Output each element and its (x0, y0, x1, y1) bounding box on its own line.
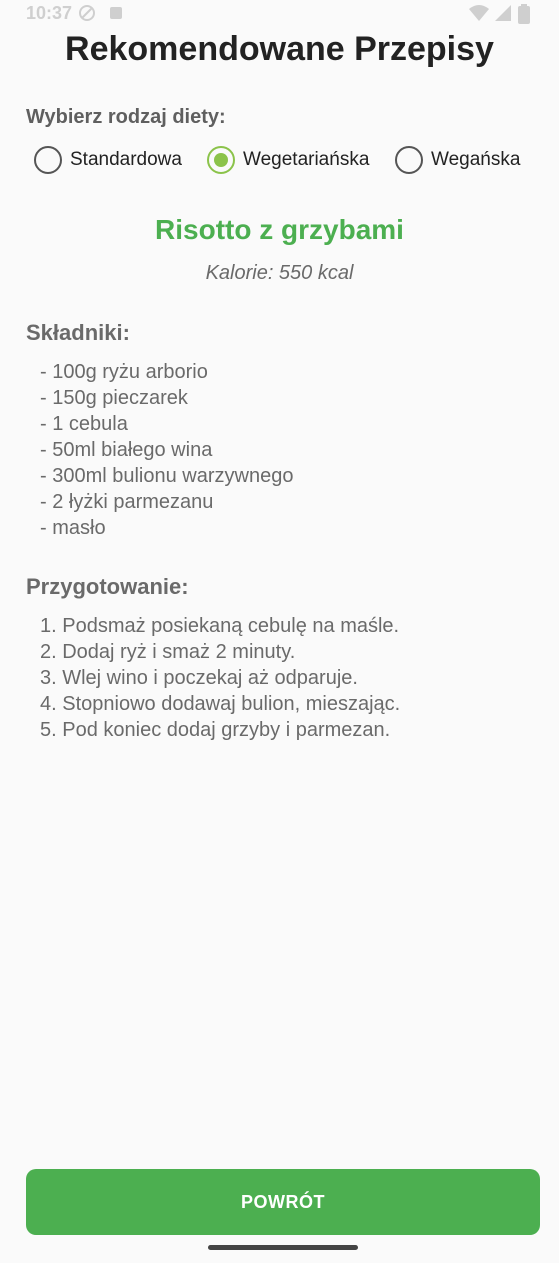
radio-button[interactable] (395, 146, 423, 174)
preparation-step: 3. Wlej wino i poczekaj aż odparuje. (40, 667, 358, 689)
wifi-icon (468, 4, 490, 27)
preparation-step: 2. Dodaj ryż i smaż 2 minuty. (40, 641, 296, 663)
status-time: 10:37 (26, 3, 73, 23)
diet-selector-label: Wybierz rodzaj diety: (26, 106, 226, 128)
page-title: Rekomendowane Przepisy (65, 30, 494, 68)
recipe-name: Risotto z grzybami (155, 214, 404, 245)
notification-icon (108, 4, 124, 27)
ingredient-item: - 100g ryżu arborio (40, 361, 208, 383)
ingredients-heading: Składniki: (26, 320, 130, 345)
diet-option-label: Standardowa (70, 149, 182, 170)
back-button[interactable]: POWRÓT (26, 1169, 540, 1235)
diet-option-standardowa[interactable]: Standardowa (34, 145, 182, 175)
ingredients-list: - 100g ryżu arborio - 150g pieczarek - 1… (40, 359, 293, 541)
diet-option-label: Wegańska (431, 149, 521, 170)
ingredient-item: - 150g pieczarek (40, 387, 188, 409)
battery-icon (518, 4, 530, 29)
ingredient-item: - 2 łyżki parmezanu (40, 491, 214, 513)
ingredient-item: - masło (40, 517, 106, 539)
ingredient-item: - 1 cebula (40, 413, 128, 435)
preparation-steps-list: 1. Podsmaż posiekaną cebulę na maśle. 2.… (40, 613, 400, 743)
recipe-screen: 10:37 Rekomendowane Przepisy Wybierz rod… (0, 0, 559, 1263)
status-bar: 10:37 (0, 0, 559, 28)
preparation-step: 5. Pod koniec dodaj grzyby i parmezan. (40, 719, 391, 741)
recipe-calories: Kalorie: 550 kcal (205, 262, 354, 284)
preparation-heading: Przygotowanie: (26, 574, 189, 599)
ingredient-item: - 50ml białego wina (40, 439, 213, 461)
diet-option-weganska[interactable]: Wegańska (395, 145, 520, 175)
diet-option-wegetarianska[interactable]: Wegetariańska (207, 145, 369, 175)
home-indicator[interactable] (208, 1245, 358, 1250)
signal-icon (494, 4, 512, 27)
preparation-step: 1. Podsmaż posiekaną cebulę na maśle. (40, 615, 400, 637)
do-not-disturb-icon (78, 4, 96, 27)
ingredient-item: - 300ml bulionu warzywnego (40, 465, 294, 487)
preparation-step: 4. Stopniowo dodawaj bulion, mieszając. (40, 693, 401, 715)
diet-option-label: Wegetariańska (243, 149, 370, 170)
radio-button-checked[interactable] (207, 146, 235, 174)
diet-radio-group: Standardowa Wegetariańska Wegańska (0, 145, 559, 175)
radio-button[interactable] (34, 146, 62, 174)
